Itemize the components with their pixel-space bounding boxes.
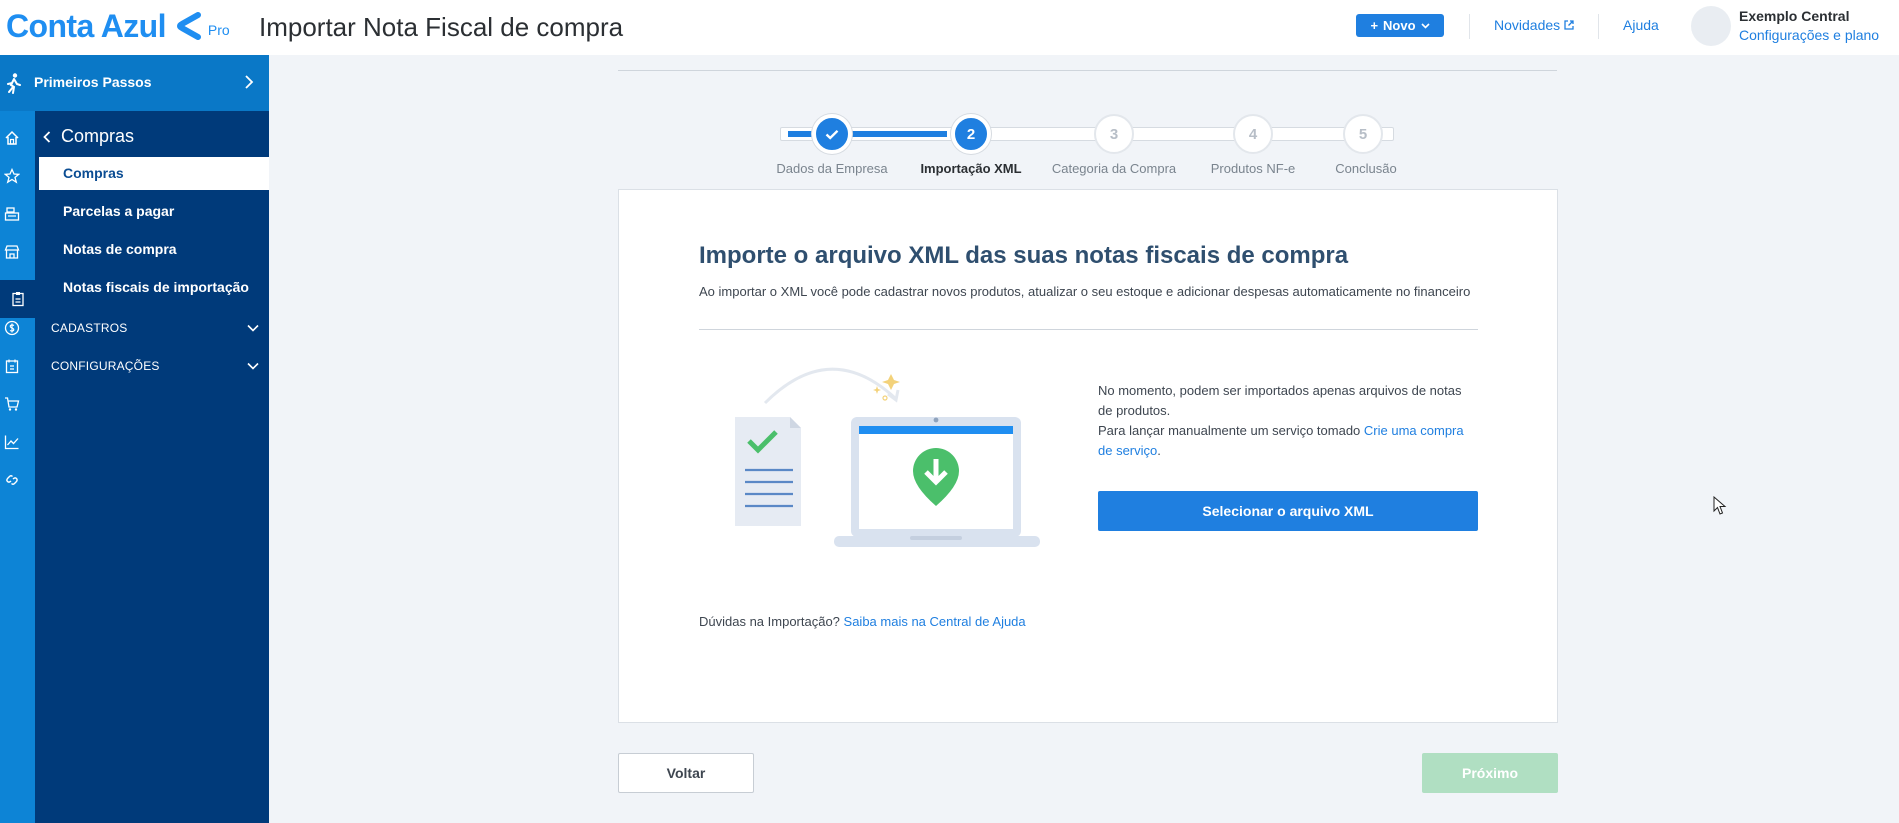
dollar-icon[interactable]	[2, 318, 22, 338]
next-button[interactable]: Próximo	[1422, 753, 1558, 793]
help-center-link[interactable]: Saiba mais na Central de Ajuda	[844, 614, 1026, 629]
card-title: Importe o arquivo XML das suas notas fis…	[699, 242, 1349, 269]
store-icon[interactable]	[2, 242, 22, 262]
import-card: Importe o arquivo XML das suas notas fis…	[618, 189, 1558, 723]
step-4-circle: 4	[1233, 114, 1273, 154]
mouse-cursor-icon	[1713, 496, 1727, 515]
info-line-2-text: Para lançar manualmente um serviço tomad…	[1098, 423, 1364, 438]
logo-mark-icon	[177, 12, 201, 40]
sidebar-rail: Primeiros Passos	[0, 55, 269, 823]
new-button-label: Novo	[1383, 18, 1416, 33]
sidebar-item-parcelas[interactable]: Parcelas a pagar	[39, 195, 269, 228]
external-link-icon	[1564, 20, 1574, 30]
back-to-purchases[interactable]: Compras	[43, 126, 134, 147]
sidebar-item-notas-compra[interactable]: Notas de compra	[39, 233, 269, 266]
chevron-down-icon	[247, 324, 259, 332]
header-divider	[1469, 14, 1470, 39]
help-line: Dúvidas na Importação? Saiba mais na Cen…	[699, 614, 1026, 629]
group-label: CADASTROS	[51, 321, 128, 335]
check-icon	[825, 129, 839, 140]
card-description: Ao importar o XML você pode cadastrar no…	[699, 284, 1471, 299]
sidebar-group-configuracoes[interactable]: CONFIGURAÇÕES	[51, 359, 259, 373]
info-text: No momento, podem ser importados apenas …	[1098, 381, 1468, 461]
logo[interactable]: Conta Azul Pro	[6, 6, 230, 46]
settings-plan-link[interactable]: Configurações e plano	[1739, 27, 1879, 43]
logo-pro-badge: Pro	[207, 22, 230, 38]
invoice-icon[interactable]	[2, 356, 22, 376]
card-divider	[699, 329, 1478, 330]
info-line-2-end: .	[1157, 443, 1161, 458]
top-divider	[618, 70, 1557, 71]
user-name: Exemplo Central	[1739, 8, 1850, 24]
step-3-label: Categoria da Compra	[1051, 161, 1177, 176]
sidebar-nav: Compras Compras Parcelas a pagar Notas d…	[35, 111, 269, 823]
group-label: CONFIGURAÇÕES	[51, 359, 160, 373]
sidebar-item-compras[interactable]: Compras	[39, 157, 269, 190]
step-2-label: Importação XML	[920, 161, 1022, 176]
step-5-label: Conclusão	[1335, 161, 1397, 176]
logo-text: Conta Azul	[6, 8, 167, 44]
walking-person-icon	[7, 73, 21, 94]
step-5-circle: 5	[1343, 114, 1383, 154]
help-link[interactable]: Ajuda	[1623, 17, 1659, 33]
first-steps-label: Primeiros Passos	[34, 74, 152, 90]
step-3-circle: 3	[1094, 114, 1134, 154]
link-icon[interactable]	[2, 470, 22, 490]
plus-icon: +	[1370, 18, 1379, 33]
star-icon[interactable]	[2, 166, 22, 186]
info-line-2: Para lançar manualmente um serviço tomad…	[1098, 421, 1468, 461]
xml-import-illustration	[735, 367, 1040, 547]
news-link[interactable]: Novidades	[1494, 17, 1574, 33]
step-1-circle	[812, 114, 852, 154]
cash-register-icon[interactable]	[2, 204, 22, 224]
chevron-right-icon	[245, 75, 254, 89]
chevron-down-icon	[1420, 22, 1430, 29]
back-button[interactable]: Voltar	[618, 753, 754, 793]
wizard-stepper: 2 3 4 5 Dados da Empresa Importação XML …	[776, 112, 1397, 192]
step-1-label: Dados da Empresa	[776, 161, 888, 176]
top-header: Conta Azul Pro Importar Nota Fiscal de c…	[0, 0, 1899, 55]
info-line-1: No momento, podem ser importados apenas …	[1098, 383, 1462, 418]
header-divider	[1598, 14, 1599, 39]
clipboard-icon[interactable]	[0, 280, 35, 318]
page-title: Importar Nota Fiscal de compra	[259, 12, 624, 42]
news-link-label: Novidades	[1494, 17, 1561, 33]
home-icon[interactable]	[2, 128, 22, 148]
step-2-circle: 2	[951, 114, 991, 154]
chevron-down-icon	[247, 362, 259, 370]
new-button[interactable]: + Novo	[1356, 14, 1444, 37]
step-4-label: Produtos NF-e	[1210, 161, 1296, 176]
avatar[interactable]	[1691, 6, 1731, 46]
sidebar-item-notas-importacao[interactable]: Notas fiscais de importação	[39, 271, 269, 304]
section-title: Compras	[61, 126, 135, 146]
select-xml-button[interactable]: Selecionar o arquivo XML	[1098, 491, 1478, 531]
first-steps-bar[interactable]: Primeiros Passos	[0, 55, 269, 111]
chevron-left-icon	[43, 130, 51, 143]
help-question: Dúvidas na Importação?	[699, 614, 844, 629]
cart-icon[interactable]	[2, 394, 22, 414]
chart-icon[interactable]	[2, 432, 22, 452]
sidebar-group-cadastros[interactable]: CADASTROS	[51, 321, 259, 335]
